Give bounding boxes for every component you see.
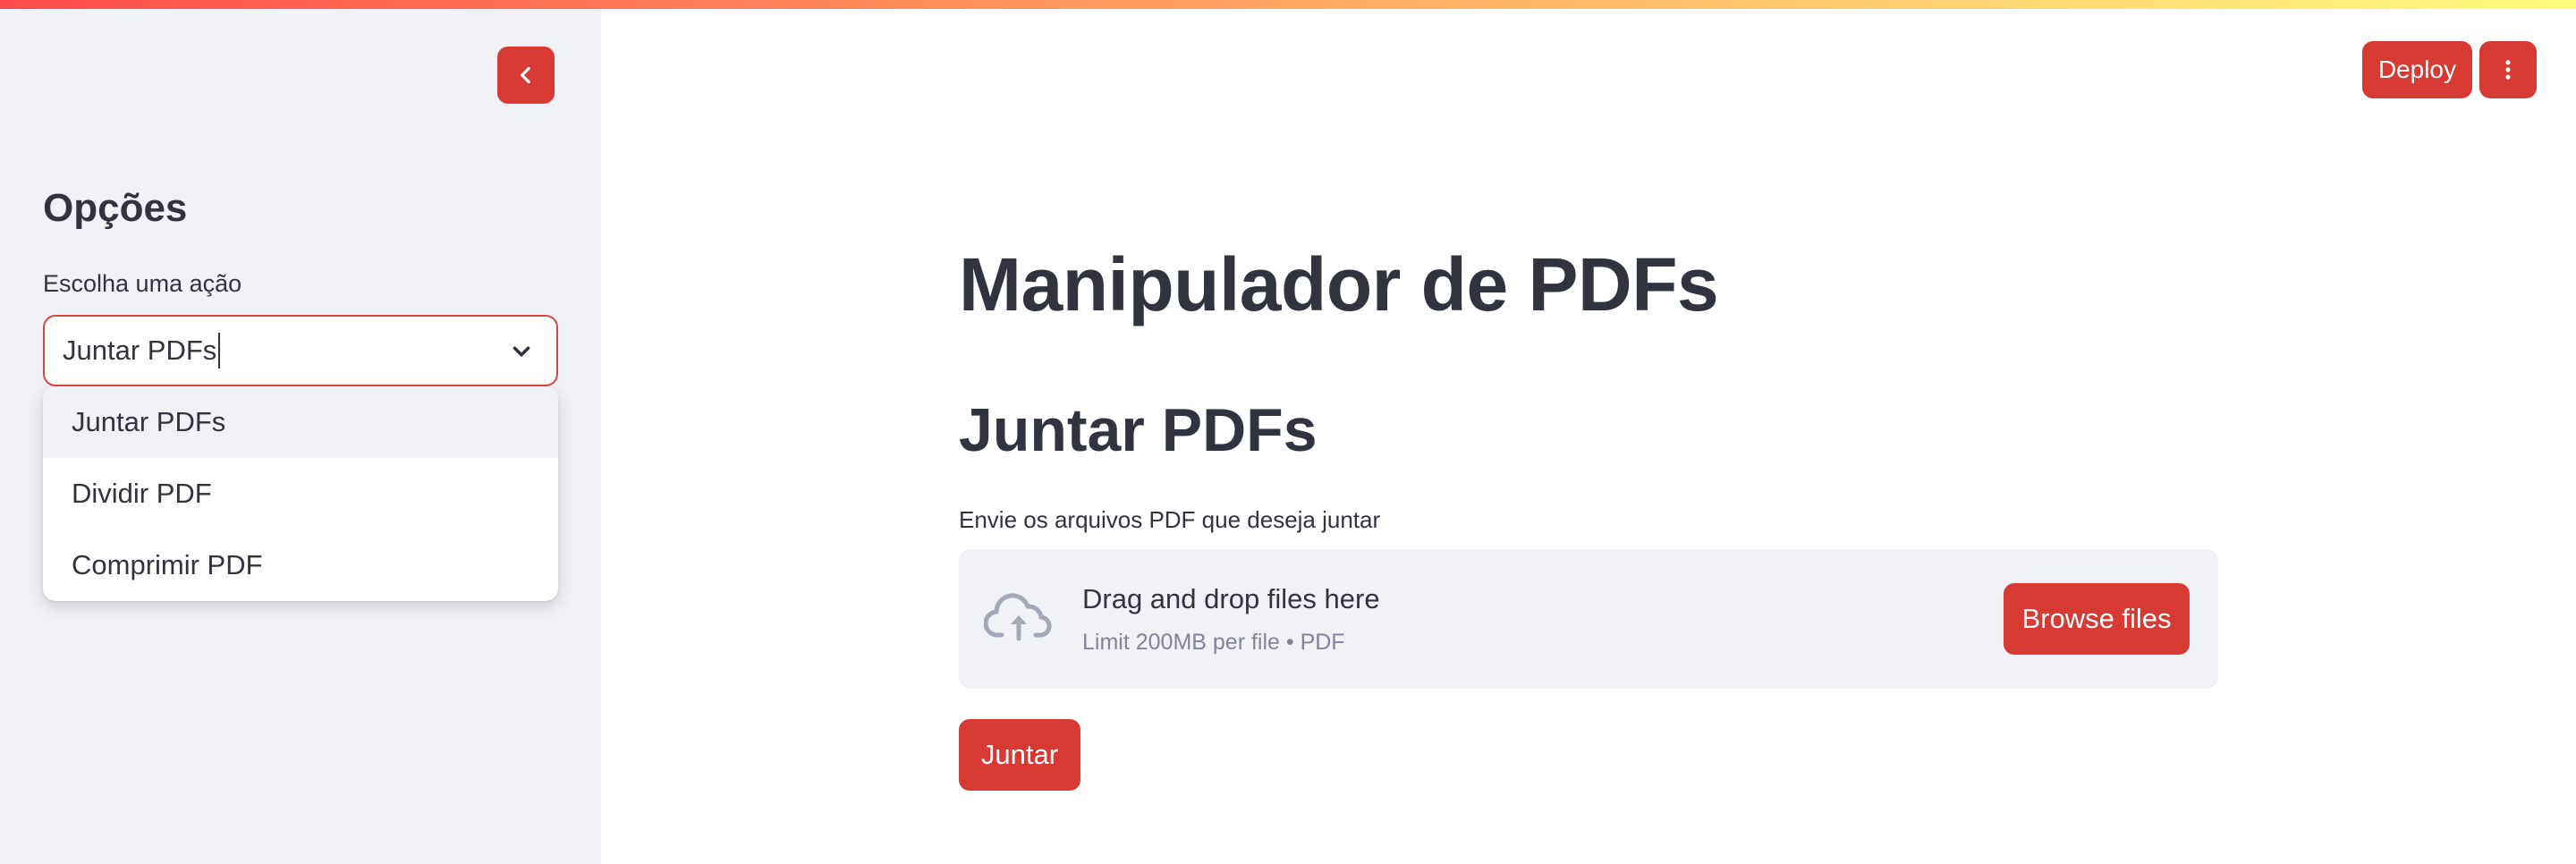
collapse-sidebar-button[interactable] (497, 47, 555, 104)
file-dropzone[interactable]: Drag and drop files here Limit 200MB per… (959, 549, 2218, 689)
deploy-button[interactable]: Deploy (2361, 41, 2472, 98)
sidebar: Opções Escolha uma ação Juntar PDFs Junt… (0, 0, 601, 864)
dropzone-title: Drag and drop files here (1082, 583, 1380, 614)
dropdown-option-juntar[interactable]: Juntar PDFs (43, 386, 558, 458)
sidebar-title: Opções (43, 186, 188, 230)
page-title: Manipulador de PDFs (959, 242, 1719, 326)
join-button[interactable]: Juntar (959, 719, 1080, 791)
chevron-left-icon (521, 66, 530, 84)
section-title: Juntar PDFs (959, 396, 1318, 464)
dropdown-option-dividir[interactable]: Dividir PDF (43, 458, 558, 529)
header-actions: Deploy (2361, 41, 2537, 98)
main-menu-button[interactable] (2479, 41, 2537, 98)
dropdown-option-comprimir[interactable]: Comprimir PDF (43, 529, 558, 601)
more-vertical-icon (2505, 60, 2511, 80)
action-select-label: Escolha uma ação (43, 270, 242, 297)
cloud-upload-icon (984, 593, 1052, 641)
file-uploader-label: Envie os arquivos PDF que deseja juntar (959, 506, 1381, 533)
dropzone-limit-text: Limit 200MB per file • PDF (1082, 630, 1345, 655)
top-decoration-bar (0, 0, 2576, 9)
browse-files-button[interactable]: Browse files (2004, 583, 2190, 655)
action-select[interactable]: Juntar PDFs (43, 315, 558, 386)
action-dropdown-menu: Juntar PDFs Dividir PDF Comprimir PDF (43, 386, 558, 601)
text-cursor (218, 333, 221, 368)
chevron-down-icon[interactable] (508, 338, 535, 365)
action-select-value: Juntar PDFs (63, 335, 217, 366)
